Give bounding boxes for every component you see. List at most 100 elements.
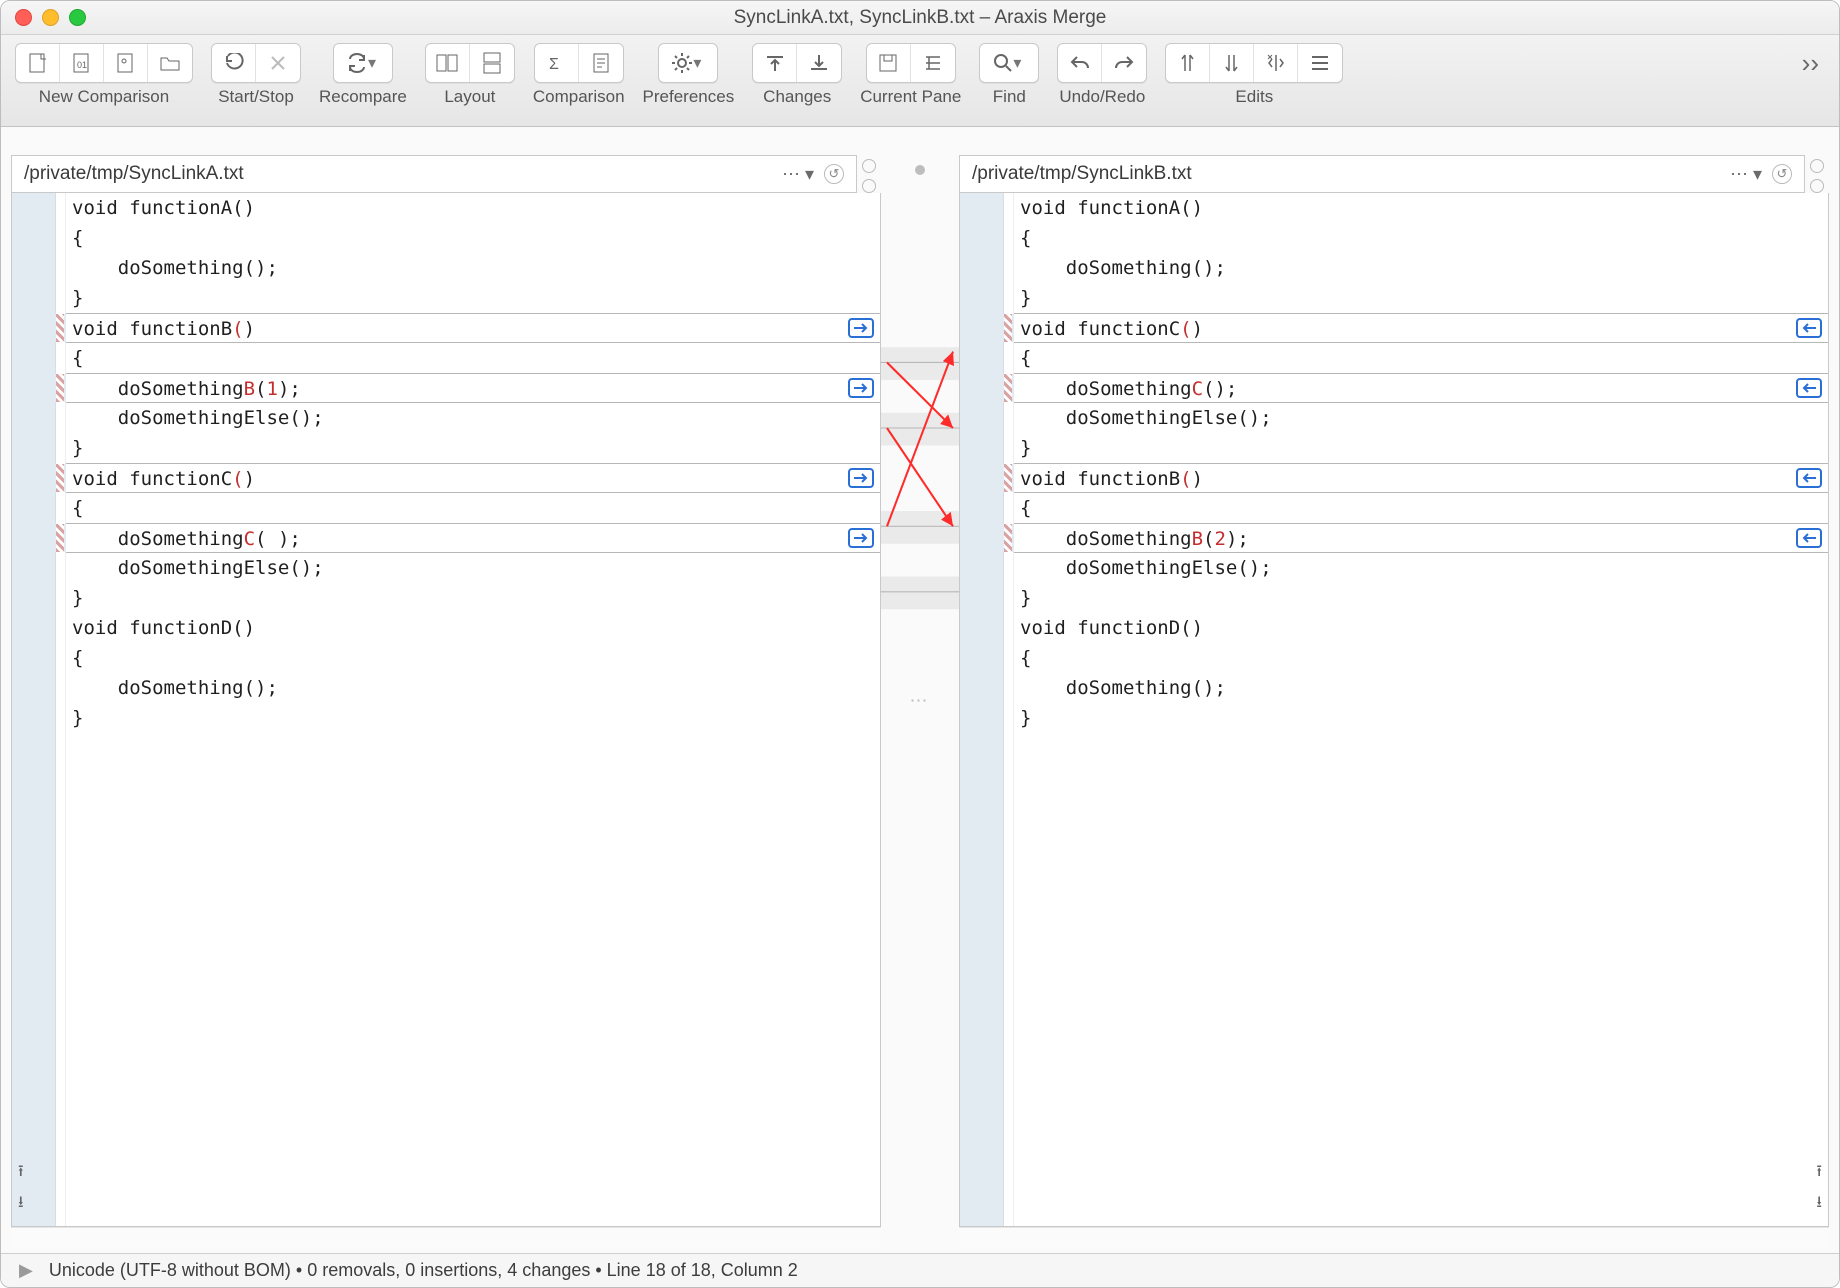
current-pane-label: Current Pane	[860, 87, 961, 107]
code-line[interactable]: doSomething();	[1014, 673, 1828, 703]
merge-right-icon[interactable]	[848, 528, 874, 548]
code-line[interactable]: }	[1014, 283, 1828, 313]
code-line[interactable]: {	[1014, 643, 1828, 673]
right-code[interactable]: void functionA(){ doSomething();}void fu…	[1014, 193, 1828, 1226]
prev-change-button[interactable]	[753, 44, 797, 82]
code-line[interactable]: {	[66, 493, 880, 523]
layout-horizontal-button[interactable]	[426, 44, 470, 82]
left-editor[interactable]: void functionA(){ doSomething();}void fu…	[11, 193, 881, 1227]
left-code[interactable]: void functionA(){ doSomething();}void fu…	[66, 193, 880, 1226]
group-edits: Edits	[1165, 43, 1343, 107]
compare-body: /private/tmp/SyncLinkA.txt ⋯ ▾ ↺ void fu…	[1, 127, 1839, 1253]
merge-right-icon[interactable]	[848, 468, 874, 488]
code-line[interactable]: void functionC()	[1014, 313, 1828, 343]
code-line[interactable]: }	[66, 703, 880, 733]
new-image-compare-button[interactable]	[104, 44, 148, 82]
new-folder-compare-button[interactable]	[148, 44, 192, 82]
code-line[interactable]: doSomethingB(2);	[1014, 523, 1828, 553]
next-change-button[interactable]	[797, 44, 841, 82]
stop-button[interactable]	[256, 44, 300, 82]
redo-button[interactable]	[1102, 44, 1146, 82]
code-line[interactable]: doSomethingElse();	[1014, 403, 1828, 433]
new-text-compare-button[interactable]	[16, 44, 60, 82]
right-editor[interactable]: void functionA(){ doSomething();}void fu…	[959, 193, 1829, 1227]
start-button[interactable]	[212, 44, 256, 82]
preferences-button[interactable]: ▾	[659, 44, 717, 82]
code-line[interactable]: void functionD()	[1014, 613, 1828, 643]
scroll-bottom-icon[interactable]: ⭳	[18, 1191, 24, 1218]
merge-left-icon[interactable]	[1796, 378, 1822, 398]
status-disclosure-icon[interactable]: ▶	[19, 1260, 33, 1281]
edit-pane-button[interactable]	[911, 44, 955, 82]
right-path-menu-icon[interactable]: ⋯ ▾	[1730, 164, 1762, 185]
left-pane-dot-bottom-icon[interactable]	[862, 179, 876, 193]
edits-merge-down-button[interactable]	[1210, 44, 1254, 82]
code-line[interactable]: void functionB()	[1014, 463, 1828, 493]
svg-text:01: 01	[77, 60, 87, 70]
code-line[interactable]: }	[66, 433, 880, 463]
code-line[interactable]: }	[1014, 583, 1828, 613]
right-history-icon[interactable]: ↺	[1772, 164, 1792, 184]
edits-merge-up-button[interactable]	[1166, 44, 1210, 82]
code-line[interactable]: doSomething();	[66, 253, 880, 283]
code-line[interactable]: {	[1014, 493, 1828, 523]
code-line[interactable]: void functionB()	[66, 313, 880, 343]
scroll-bottom-icon[interactable]: ⭳	[1816, 1191, 1822, 1218]
code-line[interactable]: doSomethingC();	[1014, 373, 1828, 403]
right-pane-dot-top-icon[interactable]	[1810, 159, 1824, 173]
comparison-report-button[interactable]	[579, 44, 623, 82]
layout-vertical-button[interactable]	[470, 44, 514, 82]
code-line[interactable]: doSomethingB(1);	[66, 373, 880, 403]
merge-left-icon[interactable]	[1796, 318, 1822, 338]
code-line[interactable]: void functionC()	[66, 463, 880, 493]
code-line[interactable]: doSomethingElse();	[1014, 553, 1828, 583]
code-line[interactable]: {	[66, 343, 880, 373]
code-line[interactable]: void functionA()	[1014, 193, 1828, 223]
code-line[interactable]: doSomethingC( );	[66, 523, 880, 553]
code-line[interactable]: void functionD()	[66, 613, 880, 643]
recompare-button[interactable]: ▾	[334, 44, 392, 82]
merge-right-icon[interactable]	[848, 318, 874, 338]
save-pane-button[interactable]	[867, 44, 911, 82]
code-line[interactable]: }	[1014, 433, 1828, 463]
code-line[interactable]: }	[66, 283, 880, 313]
right-pane: /private/tmp/SyncLinkB.txt ⋯ ▾ ↺ void fu…	[959, 155, 1829, 1247]
scroll-top-icon[interactable]: ⭱	[18, 1160, 24, 1187]
code-line[interactable]: doSomethingElse();	[66, 553, 880, 583]
find-button[interactable]: ▾	[980, 44, 1038, 82]
new-binary-compare-button[interactable]: 01	[60, 44, 104, 82]
scroll-top-icon[interactable]: ⭱	[1816, 1160, 1822, 1187]
merge-right-icon[interactable]	[848, 378, 874, 398]
left-pathbar[interactable]: /private/tmp/SyncLinkA.txt ⋯ ▾ ↺	[11, 155, 857, 193]
left-scroll-handles[interactable]: ⭱ ⭳	[18, 1160, 24, 1218]
edits-list-button[interactable]	[1298, 44, 1342, 82]
code-line[interactable]: }	[1014, 703, 1828, 733]
code-line[interactable]: void functionA()	[66, 193, 880, 223]
window-title: SyncLinkA.txt, SyncLinkB.txt – Araxis Me…	[1, 7, 1839, 29]
right-pane-controls	[1805, 155, 1829, 193]
code-line[interactable]: {	[1014, 223, 1828, 253]
merge-left-icon[interactable]	[1796, 528, 1822, 548]
right-pathbar[interactable]: /private/tmp/SyncLinkB.txt ⋯ ▾ ↺	[959, 155, 1805, 193]
left-history-icon[interactable]: ↺	[824, 164, 844, 184]
right-pane-dot-bottom-icon[interactable]	[1810, 179, 1824, 193]
code-line[interactable]: doSomething();	[66, 673, 880, 703]
spine-ellipsis-icon: ⋯	[910, 691, 931, 712]
group-recompare: ▾ Recompare	[319, 43, 407, 107]
code-line[interactable]: {	[66, 223, 880, 253]
undo-button[interactable]	[1058, 44, 1102, 82]
spine-dot-icon	[915, 165, 925, 175]
code-line[interactable]: {	[1014, 343, 1828, 373]
edits-remove-button[interactable]	[1254, 44, 1298, 82]
comparison-summary-button[interactable]: Σ	[535, 44, 579, 82]
code-line[interactable]: {	[66, 643, 880, 673]
code-line[interactable]: doSomethingElse();	[66, 403, 880, 433]
left-pane-dot-top-icon[interactable]	[862, 159, 876, 173]
merge-left-icon[interactable]	[1796, 468, 1822, 488]
right-scroll-handles[interactable]: ⭱ ⭳	[1816, 1160, 1822, 1218]
left-path-menu-icon[interactable]: ⋯ ▾	[782, 164, 814, 185]
changes-label: Changes	[763, 87, 831, 107]
code-line[interactable]: }	[66, 583, 880, 613]
toolbar-overflow-icon[interactable]: ››	[1802, 43, 1825, 83]
code-line[interactable]: doSomething();	[1014, 253, 1828, 283]
